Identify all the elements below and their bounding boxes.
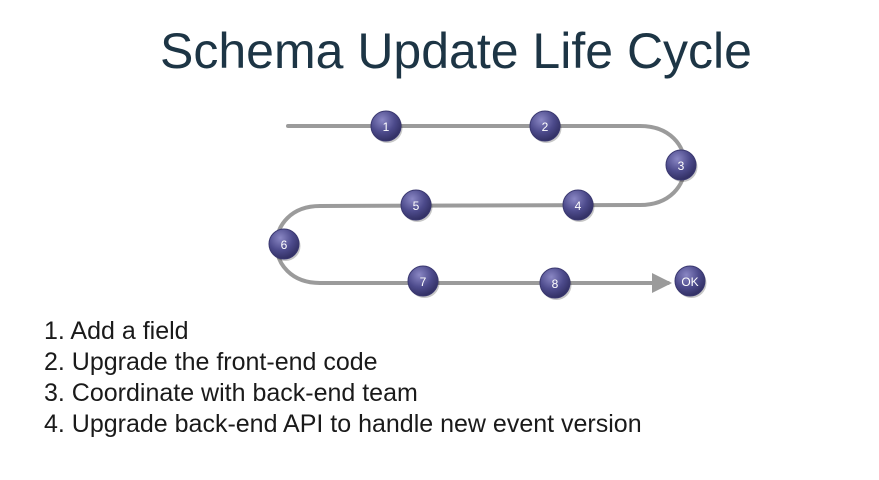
step-item: 1. Add a field [44,317,189,345]
lifecycle-node-3: 3 [665,149,698,182]
lifecycle-node-5: 5 [400,189,433,222]
step-item: 2. Upgrade the front-end code [44,348,378,376]
lifecycle-node-4: 4 [562,189,595,222]
lifecycle-node-label: 6 [281,238,288,252]
step-item: 3. Coordinate with back-end team [44,379,418,407]
lifecycle-node-2: 2 [529,110,562,143]
lifecycle-node-label: 3 [678,159,685,173]
lifecycle-node-1: 1 [370,110,403,143]
lifecycle-node-6: 6 [268,228,301,261]
lifecycle-node-label: 5 [413,199,420,213]
lifecycle-node-label: 1 [383,120,390,134]
lifecycle-path [274,124,687,293]
lifecycle-node-7: 7 [407,265,440,298]
slide: Schema Update Life Cycle 1 2 3 4 5 6 7 8 OK 1. A… [0,0,879,480]
lifecycle-node-8: 8 [539,267,572,300]
lifecycle-node-ok: OK [674,265,707,298]
lifecycle-node-label: 4 [575,199,582,213]
step-item: 4. Upgrade back-end API to handle new ev… [44,410,642,438]
step-list: 1. Add a field 2. Upgrade the front-end … [44,316,642,440]
lifecycle-node-label: OK [681,275,698,289]
lifecycle-node-label: 2 [542,120,549,134]
lifecycle-node-label: 8 [552,277,559,291]
lifecycle-node-label: 7 [420,275,427,289]
